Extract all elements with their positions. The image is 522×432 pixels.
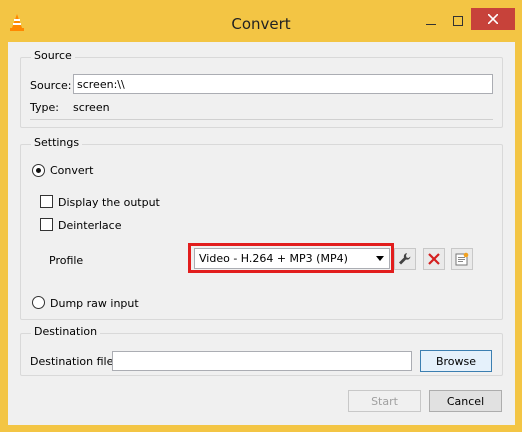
minimize-button[interactable] [418,10,444,32]
wrench-icon [399,253,411,265]
source-label: Source: [30,79,72,92]
destination-file-input[interactable] [112,351,412,371]
start-button[interactable]: Start [348,390,421,412]
convert-radio[interactable] [32,164,45,177]
delete-profile-button[interactable] [423,248,445,270]
minimize-icon [426,24,436,25]
source-group-title: Source [31,49,75,62]
edit-profile-button[interactable] [394,248,416,270]
display-output-label[interactable]: Display the output [58,196,160,209]
maximize-button[interactable] [445,10,471,32]
close-button[interactable] [471,8,515,30]
type-value: screen [73,101,110,114]
source-separator [30,119,493,120]
deinterlace-label[interactable]: Deinterlace [58,219,121,232]
delete-x-icon [428,253,440,265]
source-input[interactable] [73,74,493,94]
display-output-checkbox[interactable] [40,195,53,208]
settings-group-title: Settings [31,136,83,149]
browse-button[interactable]: Browse [420,350,492,372]
maximize-icon [453,16,463,26]
title-bar[interactable]: Convert [0,0,522,42]
dialog-body: Source Source: Type: screen Settings Con… [8,42,515,425]
profile-select[interactable]: Video - H.264 + MP3 (MP4) [194,248,390,269]
convert-window: Convert Source Source: Type: screen Sett… [0,0,522,432]
profile-selected-value: Video - H.264 + MP3 (MP4) [199,252,348,265]
destination-file-label: Destination file: [30,355,118,368]
new-profile-icon [455,252,469,266]
chevron-down-icon [376,256,384,261]
dump-raw-label[interactable]: Dump raw input [50,297,139,310]
profile-label: Profile [49,254,84,267]
new-profile-button[interactable] [451,248,473,270]
cancel-button[interactable]: Cancel [429,390,502,412]
dump-raw-radio[interactable] [32,296,45,309]
type-label: Type: [30,101,59,114]
deinterlace-checkbox[interactable] [40,218,53,231]
destination-group-title: Destination [31,325,101,338]
convert-label[interactable]: Convert [50,164,94,177]
close-icon [488,14,498,24]
